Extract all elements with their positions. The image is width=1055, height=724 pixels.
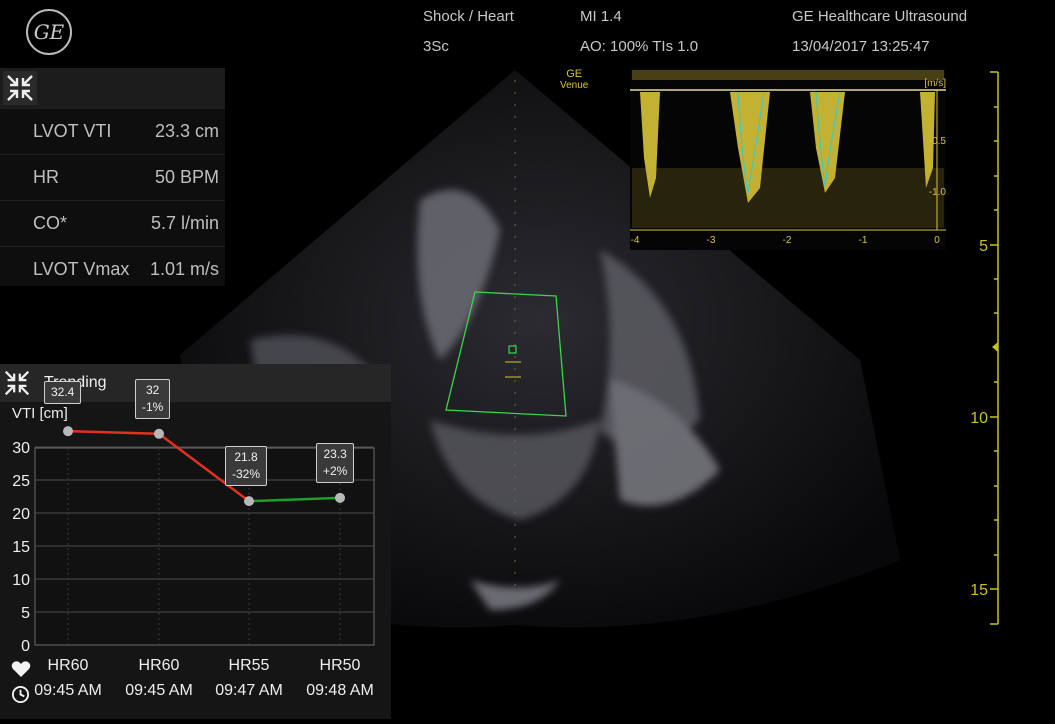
measurement-label: CO* bbox=[33, 213, 68, 233]
doppler-x-tick: -1 bbox=[859, 235, 868, 246]
doppler-x-tick: 0 bbox=[934, 235, 940, 246]
y-tick-label: 25 bbox=[12, 473, 30, 490]
trend-point-callout: 23.3 +2% bbox=[316, 442, 355, 483]
callout-value: 32.4 bbox=[51, 385, 75, 400]
measurement-row-lvot-vti: LVOT VTI 23.3 cm bbox=[0, 108, 225, 154]
measurement-row-lvot-vmax: LVOT Vmax 1.01 m/s bbox=[0, 246, 225, 292]
trend-point[interactable] bbox=[335, 492, 345, 503]
trend-point[interactable] bbox=[63, 426, 73, 437]
preset-label: Shock / Heart bbox=[423, 8, 514, 25]
collapse-arrows-icon[interactable] bbox=[3, 71, 37, 105]
x-label-hr: HR50 bbox=[319, 657, 361, 674]
measurement-value: 5.7 l/min bbox=[150, 213, 219, 233]
clock-icon bbox=[11, 685, 30, 704]
probe-label: 3Sc bbox=[423, 38, 449, 55]
callout-value: 21.8 bbox=[234, 450, 258, 465]
y-tick-label: 15 bbox=[12, 539, 30, 556]
y-tick-label: 20 bbox=[12, 506, 30, 523]
measurement-row-co: CO* 5.7 l/min bbox=[0, 200, 225, 246]
doppler-x-tick: -3 bbox=[707, 235, 716, 246]
callout-change: +2% bbox=[323, 463, 348, 478]
mi-readout: MI 1.4 bbox=[580, 8, 622, 25]
venue-tag-line1: GE bbox=[566, 68, 583, 80]
doppler-x-tick: -2 bbox=[783, 235, 792, 246]
trend-point-callout: 21.8 -32% bbox=[225, 446, 268, 487]
x-label-hr: HR55 bbox=[228, 657, 270, 674]
measurement-value: 50 BPM bbox=[154, 167, 219, 187]
callout-change: -1% bbox=[142, 399, 164, 414]
measurement-label: LVOT Vmax bbox=[33, 259, 130, 279]
depth-tick-label: 15 bbox=[970, 582, 988, 599]
measurement-panel: LVOT VTI 23.3 cm HR 50 BPM CO* 5.7 l/min… bbox=[0, 68, 225, 286]
depth-ruler: 5 10 15 bbox=[970, 71, 999, 625]
depth-tick-label: 5 bbox=[979, 238, 988, 255]
measurement-value: 1.01 m/s bbox=[149, 259, 219, 279]
focus-marker-icon bbox=[992, 342, 998, 352]
doppler-y-tick: -1.0 bbox=[929, 187, 946, 198]
ge-logo: GE bbox=[26, 9, 72, 55]
trend-point-callout: 32 -1% bbox=[135, 378, 171, 419]
callout-value: 23.3 bbox=[323, 446, 347, 461]
measurement-label: HR bbox=[33, 167, 59, 187]
y-tick-label: 5 bbox=[21, 605, 30, 622]
measurement-value: 23.3 cm bbox=[154, 121, 219, 141]
doppler-unit-label: [m/s] bbox=[924, 78, 946, 89]
measurement-label: LVOT VTI bbox=[33, 121, 112, 141]
callout-change: -32% bbox=[232, 467, 261, 482]
x-label-time: 09:48 AM bbox=[306, 682, 374, 699]
callout-value: 32 bbox=[145, 382, 160, 397]
venue-tag-line2: Venue bbox=[560, 80, 589, 91]
trend-point[interactable] bbox=[154, 428, 164, 439]
trend-point-callout: 32.4 bbox=[44, 381, 82, 405]
doppler-y-tick: -0.5 bbox=[929, 136, 946, 147]
y-tick-label: 0 bbox=[21, 638, 30, 655]
datetime-label: 13/04/2017 13:25:47 bbox=[792, 38, 930, 55]
heart-icon bbox=[11, 661, 31, 677]
trend-point[interactable] bbox=[244, 496, 254, 507]
measurement-panel-header bbox=[0, 68, 225, 108]
x-label-time: 09:45 AM bbox=[34, 682, 102, 699]
measurement-row-hr: HR 50 BPM bbox=[0, 154, 225, 200]
doppler-x-tick: -4 bbox=[631, 235, 640, 246]
x-label-hr: HR60 bbox=[47, 657, 89, 674]
x-label-time: 09:47 AM bbox=[215, 682, 283, 699]
x-label-hr: HR60 bbox=[138, 657, 180, 674]
doppler-spectrum: [m/s] -0.5 -1.0 -4 -3 -2 -1 0 bbox=[630, 68, 946, 250]
vendor-label: GE Healthcare Ultrasound bbox=[792, 8, 968, 25]
y-tick-label: 30 bbox=[12, 440, 30, 457]
y-tick-label: 10 bbox=[12, 572, 30, 589]
venue-tag: GE Venue bbox=[560, 68, 589, 92]
trend-line-segment bbox=[67, 429, 160, 436]
x-label-time: 09:45 AM bbox=[125, 682, 193, 699]
trending-panel: Trending VTI [cm] 051015202530 32.4HR600… bbox=[0, 364, 391, 719]
depth-tick-label: 10 bbox=[970, 410, 988, 427]
ao-tis-readout: AO: 100% TIs 1.0 bbox=[580, 38, 699, 55]
